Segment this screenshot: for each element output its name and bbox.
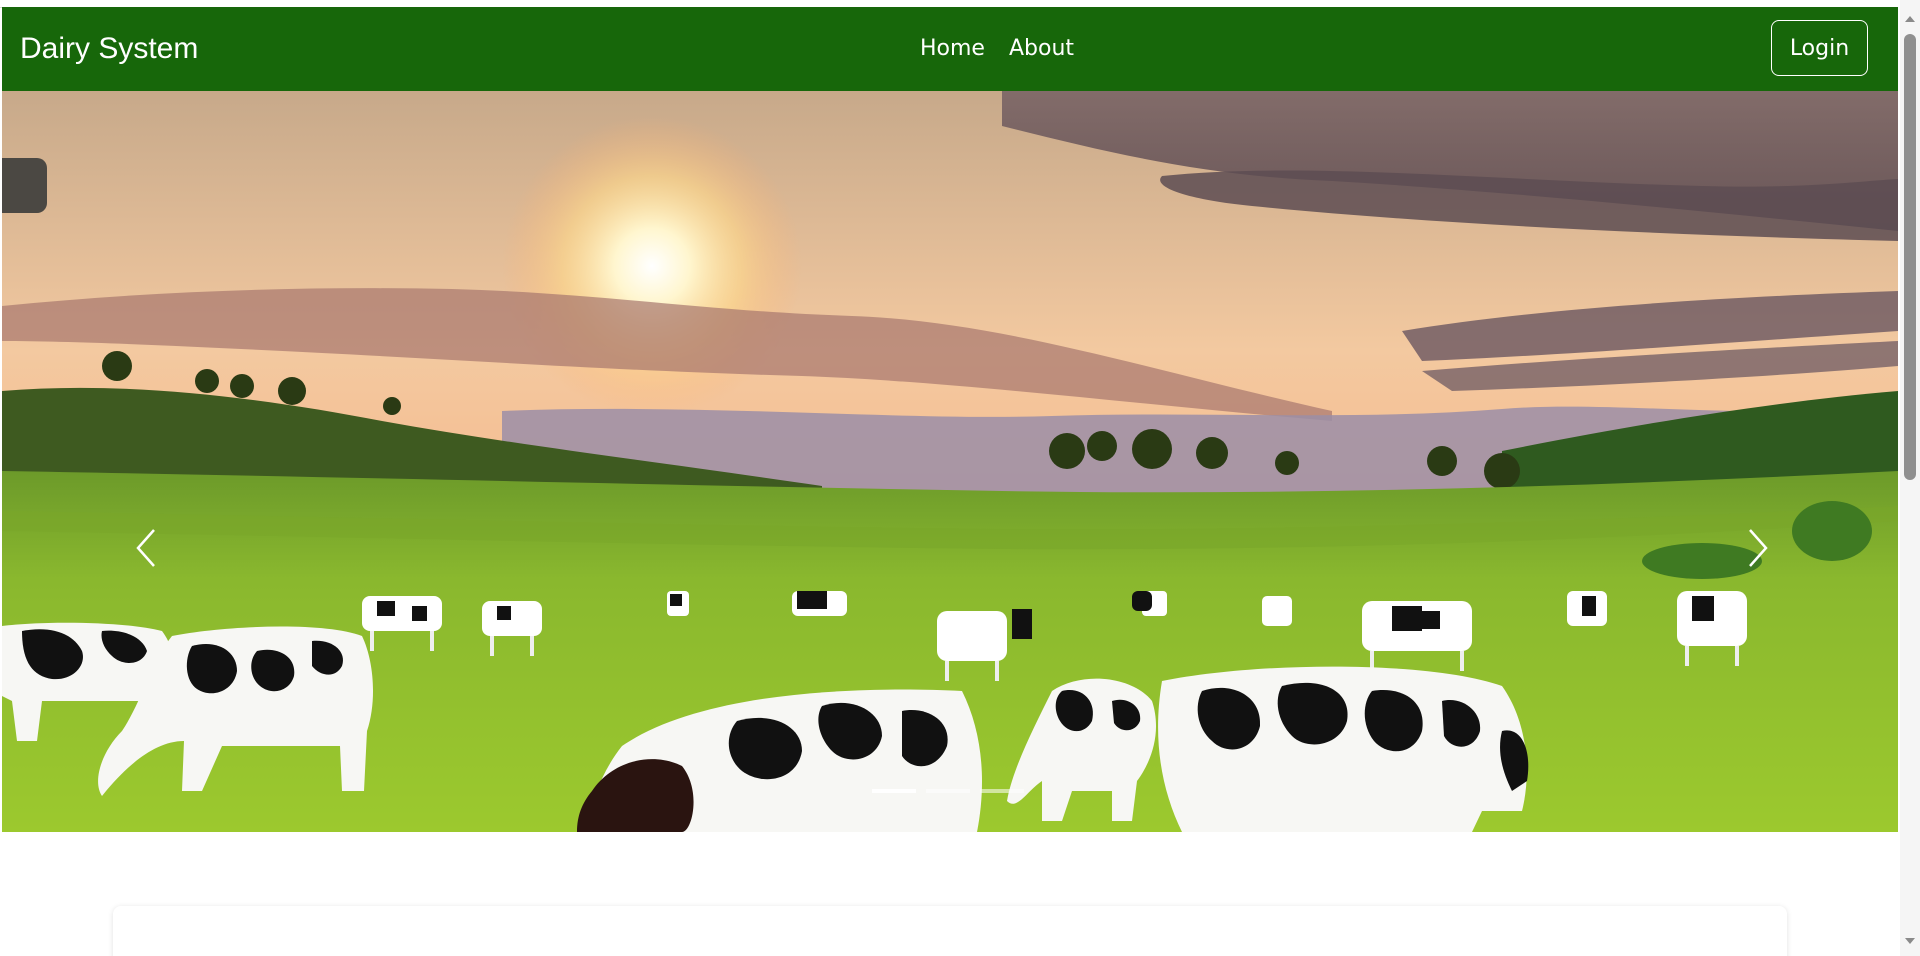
scroll-up-arrow-icon[interactable] [1905,16,1915,22]
scrollbar-thumb[interactable] [1904,34,1916,480]
carousel-indicator[interactable] [926,789,970,793]
carousel-indicator[interactable] [980,789,1024,793]
carousel-prev-button[interactable] [116,508,176,588]
hero-carousel [2,91,1898,832]
content-card [113,906,1787,956]
side-floating-tab[interactable] [2,158,47,213]
carousel-next-button[interactable] [1728,508,1788,588]
login-button[interactable]: Login [1771,20,1868,76]
scroll-down-arrow-icon[interactable] [1905,938,1915,944]
brand-link[interactable]: Dairy System [20,31,198,67]
hero-image [2,91,1898,832]
nav-about-link[interactable]: About [1009,35,1074,63]
navbar: Dairy System Home About Login [2,7,1898,91]
chevron-right-icon [1749,529,1768,567]
nav-home-link[interactable]: Home [920,35,985,63]
page: Dairy System Home About Login [0,0,1920,956]
carousel-indicator[interactable] [872,789,916,793]
carousel-indicators [872,789,1024,793]
chevron-left-icon [136,529,155,567]
nav-links: Home About [920,35,1074,63]
